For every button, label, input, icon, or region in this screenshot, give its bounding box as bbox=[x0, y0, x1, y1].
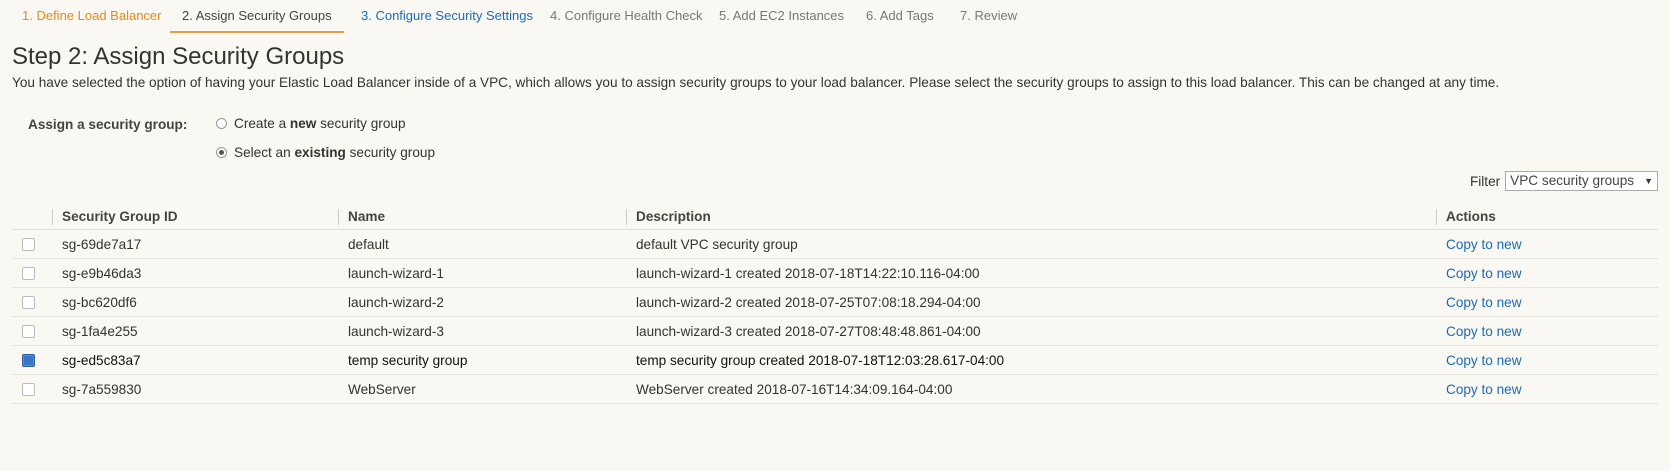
table-row[interactable]: sg-1fa4e255 launch-wizard-3 launch-wizard-… bbox=[12, 316, 1658, 346]
actions-cell: Copy to new bbox=[1436, 345, 1658, 375]
tab-add-tags[interactable]: 6. Add Tags bbox=[854, 0, 946, 31]
copy-to-new-link[interactable]: Copy to new bbox=[1446, 237, 1522, 252]
tab-define-load-balancer[interactable]: 1. Define Load Balancer bbox=[10, 0, 173, 31]
row-checkbox[interactable] bbox=[22, 237, 35, 251]
assign-security-group-label: Assign a security group: bbox=[28, 117, 188, 132]
security-group-id-cell: sg-69de7a17 bbox=[52, 229, 338, 259]
name-cell: temp security group bbox=[338, 345, 626, 375]
security-group-id-cell: sg-e9b46da3 bbox=[52, 258, 338, 288]
security-group-id-cell: sg-1fa4e255 bbox=[52, 316, 338, 346]
filter-select-value: VPC security groups bbox=[1510, 173, 1635, 188]
actions-cell: Copy to new bbox=[1436, 374, 1658, 404]
create-new-label: Create a new security group bbox=[234, 116, 406, 131]
table-row[interactable]: sg-7a559830 WebServer WebServer created 20… bbox=[12, 374, 1658, 404]
filter-select[interactable]: VPC security groups ▼ bbox=[1505, 171, 1658, 191]
copy-to-new-link[interactable]: Copy to new bbox=[1446, 295, 1522, 310]
table-row[interactable]: sg-ed5c83a7 temp security group temp secur… bbox=[12, 345, 1658, 375]
table-row[interactable]: sg-69de7a17 default default VPC security g… bbox=[12, 229, 1658, 259]
create-new-radio[interactable] bbox=[216, 118, 227, 129]
dropdown-arrow-icon: ▼ bbox=[1644, 176, 1653, 186]
name-cell: WebServer bbox=[338, 374, 626, 404]
row-checkbox[interactable] bbox=[22, 382, 35, 396]
create-new-security-group-option[interactable]: Create a new security group bbox=[216, 116, 406, 131]
row-checkbox-cell bbox=[12, 374, 52, 404]
description-cell: launch-wizard-2 created 2018-07-25T07:08… bbox=[626, 287, 1436, 317]
tab-assign-security-groups[interactable]: 2. Assign Security Groups bbox=[170, 0, 344, 33]
row-checkbox-cell bbox=[12, 258, 52, 288]
filter: Filter VPC security groups ▼ bbox=[1470, 171, 1658, 191]
tab-configure-health-check[interactable]: 4. Configure Health Check bbox=[538, 0, 714, 31]
row-checkbox-cell bbox=[12, 345, 52, 375]
select-existing-label: Select an existing security group bbox=[234, 145, 435, 160]
copy-to-new-link[interactable]: Copy to new bbox=[1446, 324, 1522, 339]
header-actions: Actions bbox=[1436, 204, 1658, 230]
actions-cell: Copy to new bbox=[1436, 287, 1658, 317]
filter-label: Filter bbox=[1469, 173, 1501, 189]
security-groups-table: Security Group ID Name Description Actio… bbox=[12, 204, 1658, 404]
description-cell: temp security group created 2018-07-18T1… bbox=[626, 345, 1436, 375]
header-name[interactable]: Name bbox=[338, 204, 626, 230]
security-group-id-cell: sg-ed5c83a7 bbox=[52, 345, 338, 375]
description-cell: default VPC security group bbox=[626, 229, 1436, 259]
row-checkbox[interactable] bbox=[22, 266, 35, 280]
description-cell: launch-wizard-1 created 2018-07-18T14:22… bbox=[626, 258, 1436, 288]
name-cell: launch-wizard-3 bbox=[338, 316, 626, 346]
select-existing-radio[interactable] bbox=[216, 147, 227, 158]
copy-to-new-link[interactable]: Copy to new bbox=[1446, 353, 1522, 368]
select-existing-security-group-option[interactable]: Select an existing security group bbox=[216, 145, 435, 160]
page-title: Step 2: Assign Security Groups bbox=[12, 43, 345, 70]
description-cell: WebServer created 2018-07-16T14:34:09.16… bbox=[626, 374, 1436, 404]
name-cell: launch-wizard-2 bbox=[338, 287, 626, 317]
header-description[interactable]: Description bbox=[626, 204, 1436, 230]
table-row[interactable]: sg-bc620df6 launch-wizard-2 launch-wizard-… bbox=[12, 287, 1658, 317]
tab-review[interactable]: 7. Review bbox=[948, 0, 1029, 31]
security-group-id-cell: sg-7a559830 bbox=[52, 374, 338, 404]
name-cell: launch-wizard-1 bbox=[338, 258, 626, 288]
security-group-id-cell: sg-bc620df6 bbox=[52, 287, 338, 317]
header-checkbox-column bbox=[12, 204, 52, 230]
tab-configure-security-settings[interactable]: 3. Configure Security Settings bbox=[349, 0, 545, 31]
table-row[interactable]: sg-e9b46da3 launch-wizard-1 launch-wizard-… bbox=[12, 258, 1658, 288]
row-checkbox[interactable] bbox=[22, 295, 35, 309]
actions-cell: Copy to new bbox=[1436, 258, 1658, 288]
wizard-tabs: 1. Define Load Balancer 2. Assign Securi… bbox=[0, 0, 1670, 33]
row-checkbox-cell bbox=[12, 229, 52, 259]
copy-to-new-link[interactable]: Copy to new bbox=[1446, 382, 1522, 397]
copy-to-new-link[interactable]: Copy to new bbox=[1446, 266, 1522, 281]
actions-cell: Copy to new bbox=[1436, 229, 1658, 259]
row-checkbox[interactable] bbox=[22, 324, 35, 338]
header-security-group-id[interactable]: Security Group ID bbox=[52, 204, 338, 230]
actions-cell: Copy to new bbox=[1436, 316, 1658, 346]
tab-add-ec2-instances[interactable]: 5. Add EC2 Instances bbox=[707, 0, 856, 31]
row-checkbox[interactable] bbox=[22, 353, 35, 367]
step-description: You have selected the option of having y… bbox=[12, 75, 1500, 90]
table-header-row: Security Group ID Name Description Actio… bbox=[12, 204, 1658, 230]
row-checkbox-cell bbox=[12, 287, 52, 317]
description-cell: launch-wizard-3 created 2018-07-27T08:48… bbox=[626, 316, 1436, 346]
name-cell: default bbox=[338, 229, 626, 259]
row-checkbox-cell bbox=[12, 316, 52, 346]
